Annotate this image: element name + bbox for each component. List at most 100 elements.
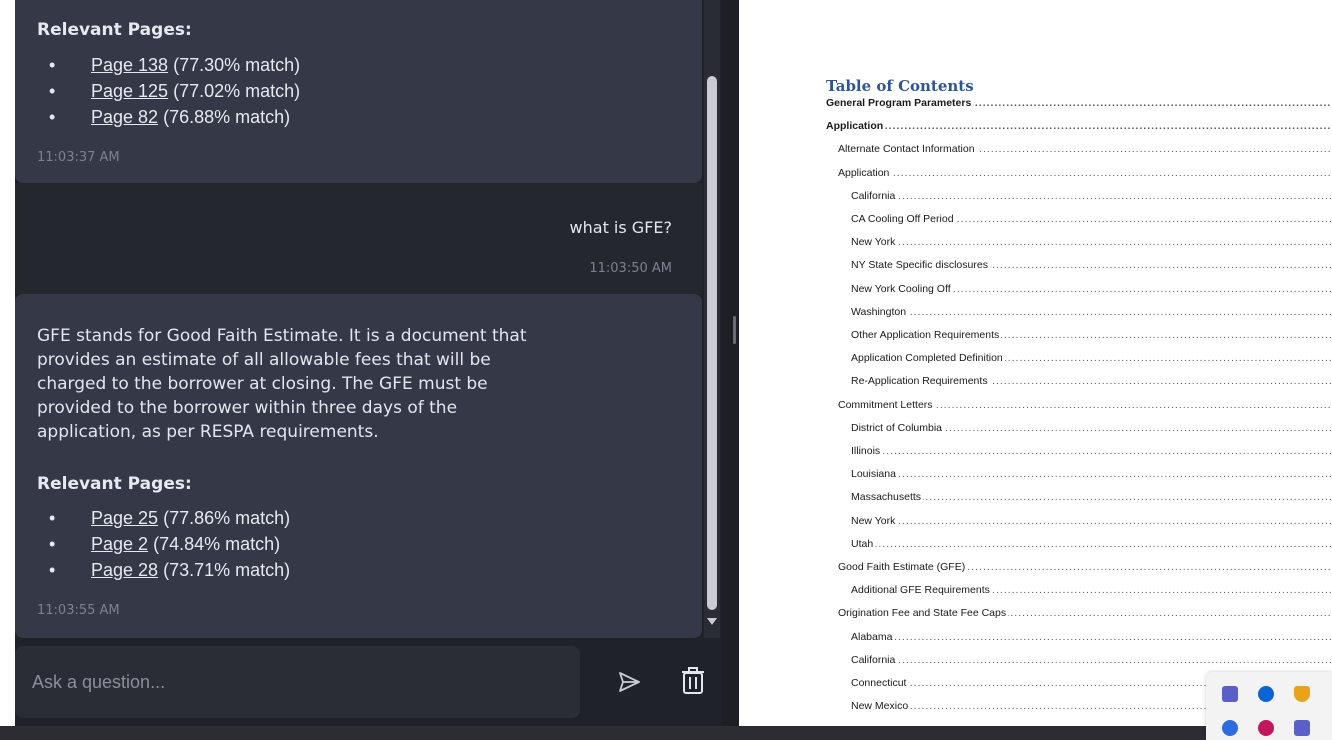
panel-divider[interactable]: [722, 0, 739, 728]
toc-entry-label: Alternate Contact Information: [838, 143, 977, 156]
toc-entry[interactable]: ........................................…: [739, 537, 1332, 560]
trash-icon: [682, 667, 704, 694]
toc-leader-dots: ........................................…: [851, 468, 1332, 481]
toc-entry[interactable]: ........................................…: [739, 375, 1332, 397]
system-tray-popup: [1206, 672, 1332, 740]
toc-entry[interactable]: ........................................…: [739, 236, 1332, 258]
relevant-pages-list: • Page 25 (77.86% match) • Page 2 (74.84% …: [49, 505, 291, 583]
toc-entry[interactable]: ........................................…: [739, 421, 1332, 444]
toc-entry[interactable]: ........................................…: [739, 561, 1332, 583]
list-item: • Page 138 (77.30% match): [49, 55, 301, 75]
page-link[interactable]: Page 25: [91, 508, 158, 528]
bot-message: GFE stands for Good Faith Estimate. It i…: [15, 294, 702, 638]
page-link[interactable]: Page 138: [91, 55, 168, 75]
toc-leader-dots: ........................................…: [851, 537, 1332, 550]
scrollbar-thumb[interactable]: [707, 76, 717, 610]
page-link[interactable]: Page 125: [91, 81, 168, 101]
message-timestamp: 11:03:37 AM: [37, 150, 120, 165]
toc-entry-label: NY State Specific disclosures: [851, 259, 990, 272]
send-icon: [619, 672, 640, 692]
relevant-pages-list: • Page 138 (77.30% match) • Page 125 (77.0…: [49, 52, 301, 130]
toc-entry[interactable]: ........................................…: [739, 491, 1332, 513]
user-question: what is GFE?: [569, 218, 672, 237]
match-score: (77.86% match): [163, 508, 291, 528]
match-score: (77.02% match): [173, 81, 301, 101]
toc-entry[interactable]: ........................................…: [739, 143, 1332, 165]
relevant-pages-title: Relevant Pages:: [37, 20, 192, 40]
send-button[interactable]: [615, 668, 643, 696]
teams-meeting-icon[interactable]: [1294, 720, 1310, 736]
toc-entry-label: Utah: [851, 537, 876, 550]
toc-entry[interactable]: ........................................…: [739, 282, 1332, 305]
toc-entry[interactable]: ........................................…: [739, 352, 1332, 374]
toc-entry[interactable]: ........................................…: [739, 445, 1332, 467]
bluetooth-icon[interactable]: [1258, 686, 1274, 702]
match-score: (76.88% match): [163, 107, 291, 127]
question-input[interactable]: [15, 646, 580, 718]
answer-line: GFE stands for Good Faith Estimate. It i…: [37, 326, 527, 346]
toc-entry[interactable]: ........................................…: [739, 329, 1332, 351]
toc-entry-label: Re-Application Requirements: [851, 375, 990, 388]
toc-entry-label: Massachusetts: [851, 491, 924, 504]
toc-leader-dots: ........................................…: [851, 445, 1332, 457]
list-item: • Page 82 (76.88% match): [49, 107, 291, 127]
toc-entry-label: New York: [851, 236, 898, 249]
toc-entry[interactable]: ........................................…: [739, 213, 1332, 235]
toc-leader-dots: ........................................…: [851, 305, 1332, 318]
toc-entry-label: Additional GFE Requirements: [851, 584, 992, 597]
toc-entry-label: New York Cooling Off: [851, 282, 953, 295]
scroll-down-arrow-icon[interactable]: [707, 618, 717, 625]
answer-line: provides an estimate of all allowable fe…: [37, 350, 491, 370]
toc-leader-dots: ........................................…: [851, 514, 1332, 527]
toc-entry[interactable]: ........................................…: [739, 514, 1332, 537]
document-viewer: Table of Contents ......................…: [739, 0, 1332, 726]
toc-leader-dots: ........................................…: [851, 236, 1332, 249]
toc-entry-label: California: [851, 653, 898, 666]
page-link[interactable]: Page 2: [91, 534, 148, 554]
list-item: • Page 25 (77.86% match): [49, 508, 291, 528]
security-shield-icon[interactable]: [1294, 686, 1310, 702]
user-message: what is GFE? 11:03:50 AM: [15, 183, 702, 294]
toc-entry[interactable]: ........................................…: [739, 468, 1332, 490]
toc-entry[interactable]: ........................................…: [739, 305, 1332, 328]
answer-line: charged to the borrower at closing. The …: [37, 374, 488, 394]
zoom-icon[interactable]: [1222, 720, 1238, 736]
toc-entry[interactable]: ........................................…: [739, 398, 1332, 421]
toc-entry[interactable]: ........................................…: [739, 166, 1332, 189]
teams-icon[interactable]: [1222, 686, 1238, 702]
match-score: (74.84% match): [153, 534, 281, 554]
answer-line: application, as per RESPA requirements.: [37, 422, 379, 442]
app-icon[interactable]: [1258, 720, 1274, 736]
toc-entry-label: Origination Fee and State Fee Caps: [838, 607, 1009, 620]
toc-entry[interactable]: ........................................…: [739, 584, 1332, 606]
delete-button[interactable]: [680, 666, 706, 696]
toc-entry[interactable]: ........................................…: [739, 607, 1332, 629]
toc-entry-label: District of Columbia: [851, 421, 945, 434]
page-link[interactable]: Page 82: [91, 107, 158, 127]
bottom-status-strip: [0, 726, 1332, 740]
message-timestamp: 11:03:50 AM: [589, 261, 672, 276]
toc-entry-label: Good Faith Estimate (GFE): [838, 561, 968, 573]
match-score: (77.30% match): [173, 55, 301, 75]
relevant-pages-title: Relevant Pages:: [37, 474, 192, 494]
toc-entry-label: Illinois: [851, 445, 883, 457]
page-link[interactable]: Page 28: [91, 560, 158, 580]
toc-entry[interactable]: ........................................…: [739, 259, 1332, 281]
toc-entry-label: New Mexico: [851, 700, 911, 713]
toc-leader-dots: ........................................…: [826, 120, 1332, 133]
toc-entry-label: Connecticut: [851, 677, 909, 689]
toc-leader-dots: ........................................…: [851, 653, 1332, 666]
list-item: • Page 28 (73.71% match): [49, 560, 291, 580]
match-score: (73.71% match): [163, 560, 291, 580]
toc-entry-label: Application Completed Definition: [851, 352, 1005, 365]
chat-scrollbar[interactable]: [704, 0, 720, 638]
toc-entry[interactable]: ........................................…: [739, 97, 1332, 119]
toc-entry[interactable]: ........................................…: [739, 120, 1332, 142]
divider-grip-icon[interactable]: [733, 316, 736, 344]
toc-entry[interactable]: ........................................…: [739, 189, 1332, 212]
toc-entry-label: Washington: [851, 305, 909, 318]
toc-leader-dots: ........................................…: [838, 166, 1332, 179]
list-item: • Page 125 (77.02% match): [49, 81, 301, 101]
toc-entry[interactable]: ........................................…: [739, 630, 1332, 653]
toc-entry-label: CA Cooling Off Period: [851, 213, 956, 225]
